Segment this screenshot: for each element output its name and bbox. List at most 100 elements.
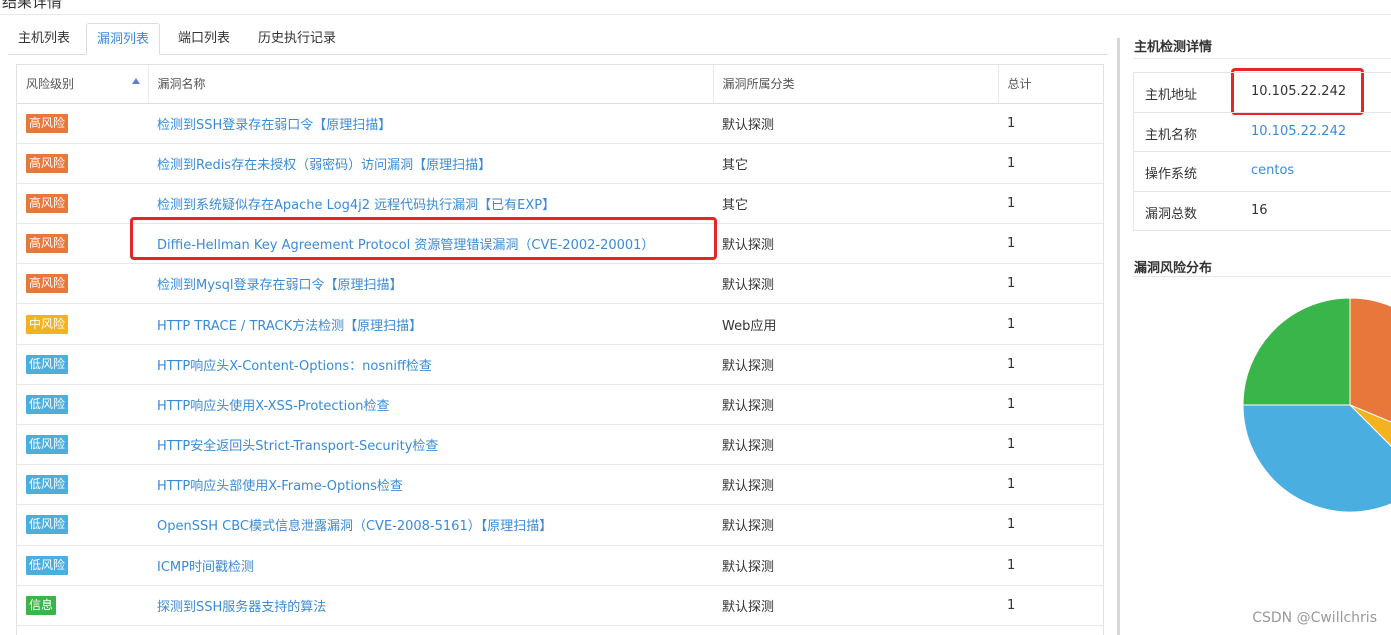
cell-risk-level: 低风险 (17, 424, 148, 466)
cell-total: 1 (998, 183, 1103, 225)
info-label: 主机地址 (1145, 88, 1198, 103)
table-row[interactable] (17, 625, 1103, 635)
info-row-host-name: 主机名称 10.105.22.242 (1134, 113, 1391, 152)
vuln-name-link[interactable]: ICMP时间戳检测 (157, 560, 254, 575)
panel-divider[interactable] (1117, 38, 1120, 635)
cell-vuln-name: 检测到Redis存在未授权（弱密码）访问漏洞【原理扫描】 (148, 143, 713, 184)
vuln-name-link[interactable]: OpenSSH CBC模式信息泄露漏洞（CVE-2008-5161）【原理扫描】 (157, 519, 552, 534)
cell-risk-level: 高风险 (17, 183, 148, 225)
risk-level-badge: 信息 (26, 595, 57, 615)
cell-category: 默认探测 (713, 545, 998, 586)
cell-category: 默认探测 (713, 263, 998, 305)
col-header-vuln-name[interactable]: 漏洞名称 (148, 65, 714, 104)
host-detail-title-rule (1133, 58, 1391, 59)
cell-category: 默认探测 (713, 504, 998, 546)
risk-level-badge: 高风险 (26, 113, 69, 133)
cell-vuln-name: HTTP响应头X-Content-Options：nosniff检查 (148, 344, 713, 385)
cell-vuln-name: HTTP响应头使用X-XSS-Protection检查 (148, 384, 713, 426)
tab-history[interactable]: 历史执行记录 (248, 23, 346, 55)
table-row[interactable]: 低风险 HTTP响应头X-Content-Options：nosniff检查 默认探… (17, 344, 1103, 385)
cell-vuln-name (148, 625, 713, 635)
cell-total: 1 (998, 424, 1103, 466)
info-row-vuln-total: 漏洞总数 16 (1134, 192, 1391, 231)
risk-level-badge: 高风险 (26, 193, 69, 213)
sort-asc-icon[interactable] (131, 78, 140, 84)
table-row[interactable]: 低风险 HTTP安全返回头Strict-Transport-Security检查 默… (17, 424, 1103, 466)
cell-risk-level: 高风险 (17, 103, 148, 144)
risk-level-badge: 高风险 (26, 153, 69, 173)
host-detail-title: 主机检测详情 (1134, 40, 1213, 55)
cell-category: 其它 (713, 143, 998, 184)
col-header-risk-level[interactable]: 风险级别 (17, 65, 149, 104)
cell-total: 1 (998, 585, 1103, 626)
cell-vuln-name: 检测到Mysql登录存在弱口令【原理扫描】 (148, 263, 713, 305)
cell-category: 其它 (713, 183, 998, 225)
info-row-host-address: 主机地址 10.105.22.242 (1134, 73, 1391, 113)
risk-level-badge: 高风险 (26, 234, 69, 254)
cell-vuln-name: 检测到SSH登录存在弱口令【原理扫描】 (148, 103, 713, 144)
host-detail-table: 主机地址 10.105.22.242 主机名称 10.105.22.242 操作… (1133, 72, 1391, 231)
table-row[interactable]: 高风险 Diffie-Hellman Key Agreement Protocol… (17, 223, 1103, 265)
table-row[interactable]: 中风险 HTTP TRACE / TRACK方法检测【原理扫描】 Web应用 1 (17, 303, 1103, 345)
cell-category: 默认探测 (713, 424, 998, 466)
cell-total (998, 625, 1103, 635)
cell-total: 1 (998, 143, 1103, 184)
vuln-total-value: 16 (1251, 202, 1268, 218)
table-row[interactable]: 信息 探测到SSH服务器支持的算法 默认探测 1 (17, 585, 1103, 626)
vuln-name-link[interactable]: 检测到Mysql登录存在弱口令【原理扫描】 (157, 278, 403, 293)
vuln-name-link[interactable]: HTTP响应头X-Content-Options：nosniff检查 (157, 359, 432, 374)
cell-total: 1 (998, 103, 1103, 144)
os-link[interactable]: centos (1251, 163, 1294, 178)
cell-category: 默认探测 (713, 103, 998, 144)
cell-risk-level: 低风险 (17, 545, 148, 586)
risk-level-badge: 高风险 (26, 274, 69, 294)
cell-vuln-name: Diffie-Hellman Key Agreement Protocol 资源… (148, 223, 713, 265)
vuln-name-link[interactable]: HTTP响应头使用X-XSS-Protection检查 (157, 399, 389, 414)
vuln-name-link[interactable]: HTTP响应头部使用X-Frame-Options检查 (157, 479, 403, 494)
cell-vuln-name: HTTP TRACE / TRACK方法检测【原理扫描】 (148, 303, 713, 345)
vuln-name-link[interactable]: 检测到Redis存在未授权（弱密码）访问漏洞【原理扫描】 (157, 158, 491, 173)
tab-port-list[interactable]: 端口列表 (168, 23, 240, 55)
vuln-name-link[interactable]: Diffie-Hellman Key Agreement Protocol 资源… (157, 238, 654, 253)
cell-category: 默认探测 (713, 585, 998, 626)
table-row[interactable]: 低风险 OpenSSH CBC模式信息泄露漏洞（CVE-2008-5161）【原理… (17, 504, 1103, 546)
cell-risk-level: 低风险 (17, 384, 148, 426)
vuln-name-link[interactable]: 检测到SSH登录存在弱口令【原理扫描】 (157, 118, 391, 133)
info-label: 操作系统 (1145, 167, 1198, 182)
cell-vuln-name: 探测到SSH服务器支持的算法 (148, 585, 713, 626)
risk-pie-chart (1243, 298, 1391, 513)
cell-vuln-name: HTTP安全返回头Strict-Transport-Security检查 (148, 424, 713, 466)
tab-bar: 主机列表 漏洞列表 端口列表 历史执行记录 (8, 23, 1108, 55)
table-row[interactable]: 高风险 检测到系统疑似存在Apache Log4j2 远程代码执行漏洞【已有EXP… (17, 183, 1103, 225)
vuln-name-link[interactable]: HTTP TRACE / TRACK方法检测【原理扫描】 (157, 319, 422, 334)
tab-host-list[interactable]: 主机列表 (8, 23, 80, 55)
vuln-table: 风险级别 漏洞名称 漏洞所属分类 总计 高风险 检测到SSH登录存在弱口令【原理扫… (16, 64, 1104, 635)
risk-level-badge: 低风险 (26, 354, 69, 374)
col-header-category[interactable]: 漏洞所属分类 (713, 65, 999, 104)
vuln-name-link[interactable]: HTTP安全返回头Strict-Transport-Security检查 (157, 439, 438, 454)
vuln-name-link[interactable]: 检测到系统疑似存在Apache Log4j2 远程代码执行漏洞【已有EXP】 (157, 198, 555, 213)
vuln-table-body: 高风险 检测到SSH登录存在弱口令【原理扫描】 默认探测 1 高风险 检测到Redis存在… (17, 103, 1103, 635)
risk-distribution-title: 漏洞风险分布 (1134, 261, 1213, 276)
table-row[interactable]: 高风险 检测到Mysql登录存在弱口令【原理扫描】 默认探测 1 (17, 263, 1103, 305)
cell-vuln-name: 检测到系统疑似存在Apache Log4j2 远程代码执行漏洞【已有EXP】 (148, 183, 713, 225)
tab-vuln-list[interactable]: 漏洞列表 (86, 23, 161, 55)
cell-total: 1 (998, 263, 1103, 305)
risk-level-badge: 低风险 (26, 435, 69, 455)
table-row[interactable]: 高风险 检测到SSH登录存在弱口令【原理扫描】 默认探测 1 (17, 103, 1103, 144)
cell-total: 1 (998, 384, 1103, 426)
pie-slice-3[interactable] (1243, 298, 1351, 406)
vuln-name-link[interactable]: 探测到SSH服务器支持的算法 (157, 600, 326, 615)
cell-risk-level: 低风险 (17, 504, 148, 546)
table-row[interactable]: 低风险 ICMP时间戳检测 默认探测 1 (17, 545, 1103, 586)
col-header-total[interactable]: 总计 (998, 65, 1103, 104)
table-row[interactable]: 低风险 HTTP响应头使用X-XSS-Protection检查 默认探测 1 (17, 384, 1103, 426)
risk-level-badge: 低风险 (26, 394, 69, 414)
cell-vuln-name: ICMP时间戳检测 (148, 545, 713, 586)
table-row[interactable]: 高风险 检测到Redis存在未授权（弱密码）访问漏洞【原理扫描】 其它 1 (17, 143, 1103, 184)
host-address-value: 10.105.22.242 (1251, 84, 1347, 99)
cell-total: 1 (998, 303, 1103, 345)
host-name-link[interactable]: 10.105.22.242 (1251, 124, 1346, 139)
table-row[interactable]: 低风险 HTTP响应头部使用X-Frame-Options检查 默认探测 1 (17, 464, 1103, 506)
info-label: 漏洞总数 (1145, 206, 1198, 222)
